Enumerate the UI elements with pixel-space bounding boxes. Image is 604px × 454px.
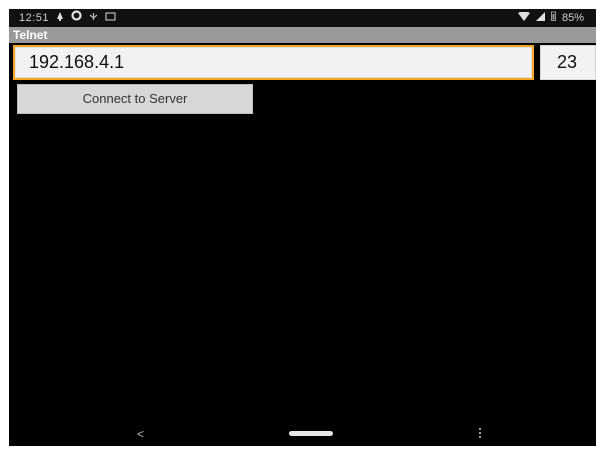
connect-button-label: Connect to Server — [82, 91, 188, 106]
usb-icon — [89, 9, 98, 27]
navigation-bar: < — [9, 424, 596, 446]
status-bar-left: 12:51 — [19, 9, 116, 27]
battery-percent: 85% — [561, 12, 584, 24]
app-title: Telnet — [13, 28, 48, 42]
screen-icon — [105, 9, 116, 27]
app-title-bar: Telnet — [9, 27, 596, 43]
more-options-icon[interactable] — [477, 426, 483, 442]
signal-icon — [535, 9, 545, 27]
wifi-icon — [517, 9, 530, 27]
status-bar: 12:51 85% — [9, 9, 596, 27]
status-time: 12:51 — [19, 12, 50, 24]
battery-icon — [550, 9, 556, 27]
status-bar-right: 85% — [517, 9, 584, 27]
port-input[interactable] — [540, 45, 596, 80]
phone-screen: 12:51 85% Telnet 192.168.4.1 23 Connect … — [9, 9, 596, 446]
back-icon[interactable]: < — [137, 426, 144, 442]
host-input[interactable] — [13, 45, 534, 80]
sync-icon — [71, 9, 82, 27]
home-pill-icon[interactable] — [289, 431, 333, 436]
connect-to-server-button[interactable]: Connect to Server — [17, 84, 253, 114]
notification-icon — [56, 9, 64, 27]
